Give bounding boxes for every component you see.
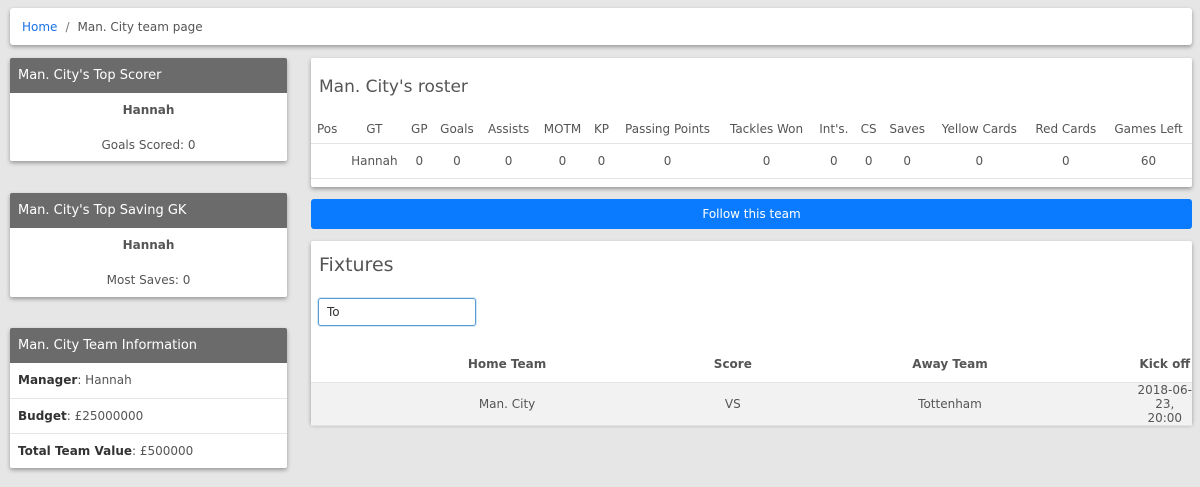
team-info-manager: Manager: Hannah (10, 363, 287, 398)
manager-label: Manager (18, 373, 78, 387)
roster-cell-ints: 0 (812, 143, 856, 179)
table-row: Hannah 0 0 0 0 0 0 0 0 0 0 0 0 60 (311, 143, 1192, 179)
roster-cell-passing-points: 0 (614, 143, 721, 179)
roster-table: Pos GT GP Goals Assists MOTM KP Passing … (311, 116, 1192, 179)
top-gk-card: Man. City's Top Saving GK Hannah Most Sa… (10, 193, 287, 297)
roster-col-gp[interactable]: GP (405, 116, 434, 144)
roster-cell-goals: 0 (433, 143, 481, 179)
fixture-home-team: Man. City (311, 381, 704, 426)
roster-col-red-cards[interactable]: Red Cards (1026, 116, 1105, 144)
roster-col-ints[interactable]: Int's. (812, 116, 856, 144)
roster-col-motm[interactable]: MOTM (536, 116, 589, 144)
roster-title: Man. City's roster (319, 77, 468, 97)
fixtures-table: Home Team Score Away Team Kick off Man. … (311, 347, 1192, 426)
team-info-budget: Budget: £25000000 (10, 398, 287, 433)
roster-col-kp[interactable]: KP (588, 116, 615, 144)
top-gk-name: Hannah (122, 238, 175, 252)
top-gk-stat: Most Saves: 0 (106, 273, 191, 287)
breadcrumb-separator: / (65, 19, 70, 34)
team-value-label: Total Team Value (18, 444, 132, 458)
fixtures-title: Fixtures (319, 254, 394, 276)
roster-col-tackles-won[interactable]: Tackles Won (720, 116, 813, 144)
fixture-score: VS (703, 381, 763, 426)
roster-col-passing-points[interactable]: Passing Points (614, 116, 721, 144)
breadcrumb: Home / Man. City team page (10, 8, 1192, 45)
team-info-title: Man. City Team Information (10, 328, 287, 363)
follow-team-button[interactable]: Follow this team (311, 199, 1192, 229)
team-value-value: : £500000 (132, 444, 194, 458)
fixture-away-team: Tottenham (762, 381, 1138, 426)
top-scorer-card: Man. City's Top Scorer Hannah Goals Scor… (10, 58, 287, 161)
roster-col-games-left[interactable]: Games Left (1105, 116, 1192, 144)
roster-cell-saves: 0 (882, 143, 933, 179)
fixtures-col-home-team[interactable]: Home Team (311, 347, 703, 382)
roster-cell-assists: 0 (480, 143, 537, 179)
manager-value: : Hannah (77, 373, 132, 387)
roster-cell-games-left: 60 (1105, 143, 1192, 179)
top-scorer-stat: Goals Scored: 0 (101, 138, 196, 152)
roster-card: Man. City's roster Pos GT GP Goals Assis… (311, 58, 1192, 187)
roster-col-pos[interactable]: Pos (311, 116, 344, 144)
roster-cell-yellow-cards: 0 (932, 143, 1027, 179)
fixtures-col-kick-off[interactable]: Kick off (1137, 347, 1192, 382)
team-info-value: Total Team Value: £500000 (10, 433, 287, 468)
roster-col-saves[interactable]: Saves (882, 116, 933, 144)
roster-cell-red-cards: 0 (1026, 143, 1105, 179)
fixture-kick-off: 2018-06-23, 20:00 (1137, 381, 1192, 426)
roster-cell-gt: Hannah (343, 143, 406, 179)
roster-col-assists[interactable]: Assists (480, 116, 537, 144)
fixtures-header-row: Home Team Score Away Team Kick off (311, 347, 1192, 382)
roster-cell-motm: 0 (536, 143, 589, 179)
budget-value: : £25000000 (66, 409, 144, 423)
roster-col-yellow-cards[interactable]: Yellow Cards (932, 116, 1027, 144)
roster-cell-tackles-won: 0 (720, 143, 813, 179)
roster-header-row: Pos GT GP Goals Assists MOTM KP Passing … (311, 116, 1192, 144)
fixtures-col-away-team[interactable]: Away Team (763, 347, 1138, 382)
roster-cell-cs: 0 (855, 143, 883, 179)
budget-label: Budget (18, 409, 67, 423)
top-scorer-title: Man. City's Top Scorer (10, 58, 287, 93)
roster-cell-kp: 0 (588, 143, 615, 179)
breadcrumb-home-link[interactable]: Home (22, 20, 57, 34)
breadcrumb-current: Man. City team page (77, 19, 203, 34)
top-gk-title: Man. City's Top Saving GK (10, 193, 287, 228)
fixtures-card: Fixtures Home Team Score Away Team Kick … (311, 241, 1192, 426)
fixtures-col-score[interactable]: Score (703, 347, 762, 382)
roster-cell-pos (311, 143, 344, 179)
roster-col-goals[interactable]: Goals (433, 116, 481, 144)
roster-col-gt[interactable]: GT (343, 116, 406, 144)
roster-cell-gp: 0 (405, 143, 434, 179)
team-info-card: Man. City Team Information Manager: Hann… (10, 328, 287, 468)
table-row[interactable]: Man. City VS Tottenham 2018-06-23, 20:00 (311, 381, 1192, 426)
top-scorer-name: Hannah (122, 103, 175, 117)
roster-col-cs[interactable]: CS (855, 116, 883, 144)
fixtures-search-input[interactable] (318, 298, 476, 326)
